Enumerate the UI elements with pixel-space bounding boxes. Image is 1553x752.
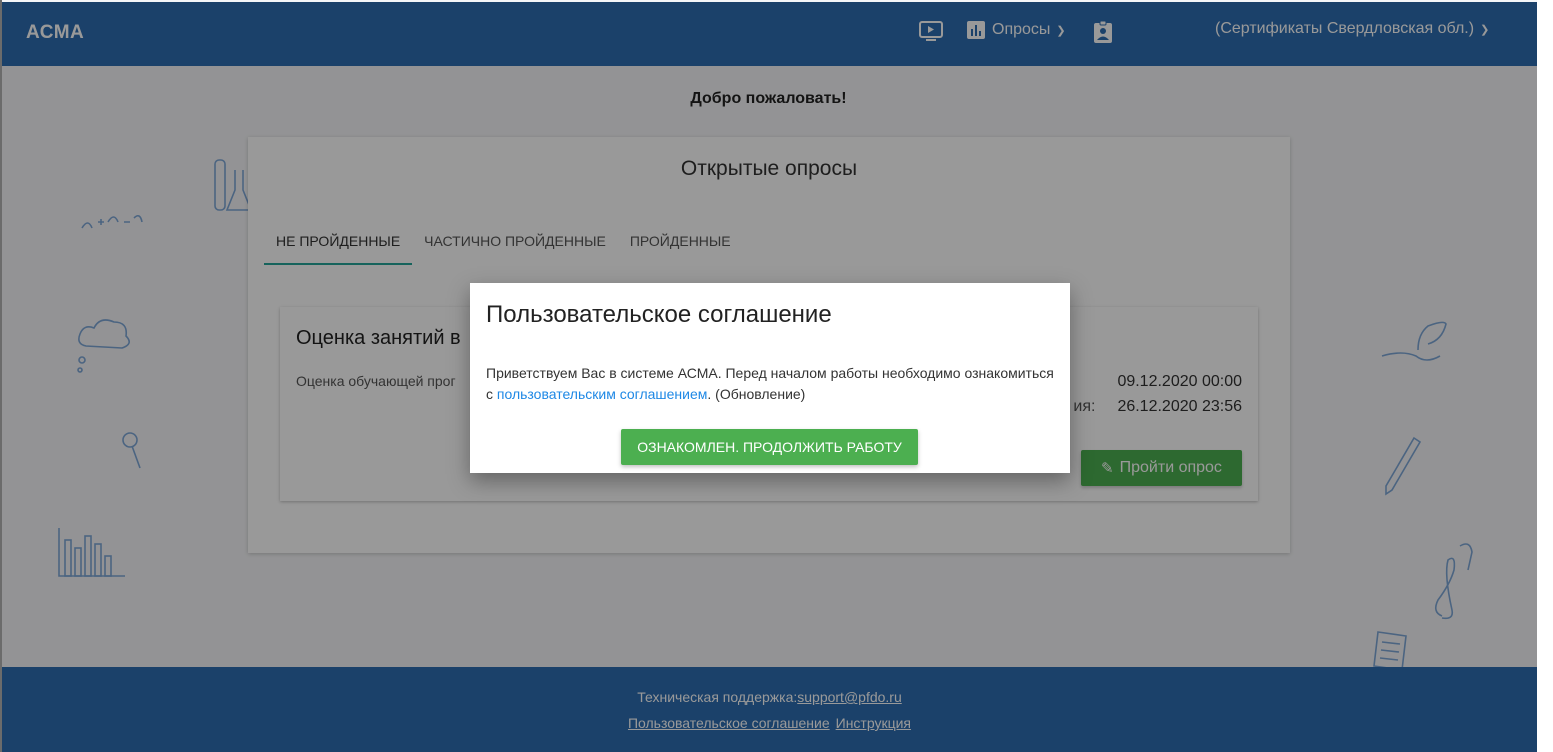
accept-continue-button[interactable]: ОЗНАКОМЛЕН. ПРОДОЛЖИТЬ РАБОТУ bbox=[621, 429, 918, 465]
scrollbar-track[interactable] bbox=[1537, 0, 1553, 752]
user-agreement-modal: Пользовательское соглашение Приветствуем… bbox=[470, 283, 1070, 473]
modal-title: Пользовательское соглашение bbox=[486, 301, 832, 328]
modal-text-after: . (Обновление) bbox=[707, 386, 806, 402]
modal-body-text: Приветствуем Вас в системе АСМА. Перед н… bbox=[486, 363, 1056, 405]
agreement-link[interactable]: пользовательским соглашением bbox=[497, 386, 708, 402]
